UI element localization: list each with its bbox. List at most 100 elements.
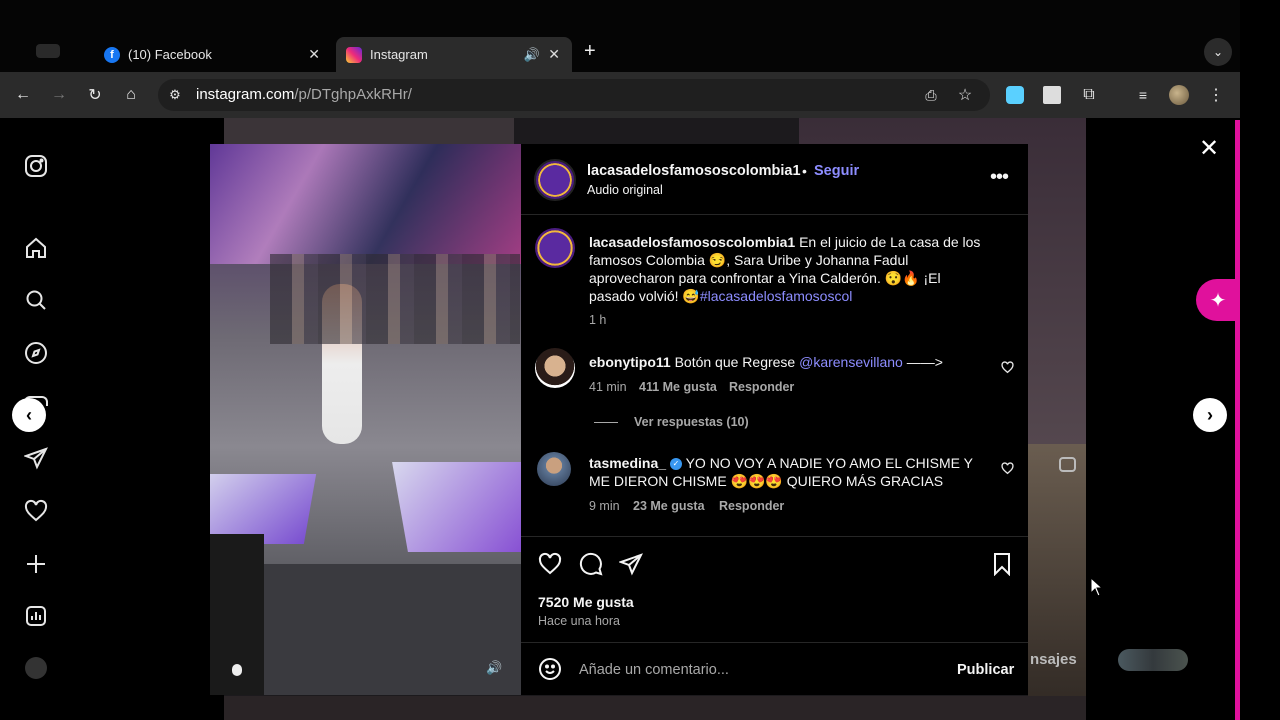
url-path: /p/DTghpAxkRHr/ [294,86,412,103]
author-avatar[interactable] [534,159,576,201]
video-stage-lights [210,144,521,264]
comment-like-heart-icon[interactable] [1001,462,1014,475]
follow-button[interactable]: Seguir [814,162,859,180]
site-info-icon[interactable]: ⚙ [164,84,186,106]
extension-1-icon[interactable] [1006,86,1024,104]
comment-time[interactable]: 9 min [589,497,620,515]
caption-line: famosos Colombia 😏, Sara Uribe y Johanna… [589,252,909,268]
comment-mention[interactable]: @karensevillano [799,354,903,370]
explore-nav-icon[interactable] [24,341,48,365]
comment-body: ME DIERON CHISME 😍😍😍 QUIERO MÁS GRACIAS [589,473,944,489]
new-tab-button[interactable]: + [584,40,596,63]
caption-line: pasado volvió! 😅 [589,288,700,304]
bookmark-star-icon[interactable]: ☆ [954,84,976,106]
video-audience [270,254,520,344]
header-divider [521,214,1028,215]
background-thumbnail [224,696,1086,720]
mouse-cursor-icon [1090,577,1104,597]
tab-list-button[interactable]: ⌄ [1204,38,1232,66]
background-thumbnail [1028,444,1086,720]
more-options-icon[interactable]: ••• [990,167,1009,187]
caption-line: aprovecharon para confrontar a Yina Cald… [589,270,941,286]
caption-line: En el juicio de La casa de los [795,234,981,250]
comment-reply-button[interactable]: Responder [729,378,794,396]
tab-audio-icon[interactable]: 🔊 [524,47,540,63]
profile-avatar[interactable] [1169,85,1189,105]
caption-avatar[interactable] [535,228,575,268]
view-replies-line [594,422,618,423]
tab-instagram-label: Instagram [370,47,428,62]
header-separator: • [802,163,807,179]
tab-instagram[interactable]: Instagram 🔊 ✕ [336,37,572,72]
emoji-smiley-icon[interactable] [538,657,562,681]
comment-body: Botón que Regrese [670,354,800,370]
publish-button[interactable]: Publicar [957,661,1014,679]
caption-time[interactable]: 1 h [589,311,606,329]
instagram-favicon-icon [346,46,362,63]
instagram-logo-icon[interactable] [24,154,48,178]
floating-extension-button[interactable]: ✦ [1196,279,1240,321]
profile-nav-avatar[interactable] [25,657,47,679]
forward-icon[interactable]: → [48,84,70,106]
caption-username[interactable]: lacasadelosfamososcolombia1 [589,234,795,250]
facebook-favicon-icon: f [104,46,120,63]
background-thumbnail [224,118,514,144]
comment-body: YO NO VOY A NADIE YO AMO EL CHISME Y [681,455,973,471]
comment-reply-button[interactable]: Responder [719,497,784,515]
install-app-icon[interactable]: ⎙ [920,84,942,106]
url-text[interactable]: instagram.com/p/DTghpAxkRHr/ [196,86,412,103]
view-replies-button[interactable]: Ver respuestas (10) [634,413,749,431]
media-controls-icon[interactable]: ≡ [1132,84,1154,106]
tab-facebook-close-icon[interactable]: ✕ [308,46,320,63]
verified-badge-icon: ✓ [669,458,682,471]
browser-menu-icon[interactable]: ⋮ [1205,84,1227,106]
previous-post-button[interactable]: ‹ [12,398,46,432]
comment-likes[interactable]: 23 Me gusta [633,497,705,515]
next-post-button[interactable]: › [1193,398,1227,432]
tab-instagram-close-icon[interactable]: ✕ [548,46,560,63]
audio-label[interactable]: Audio original [587,181,663,199]
background-messages-avatars[interactable] [1118,649,1188,671]
comment-input-divider [521,642,1028,643]
video-mute-icon[interactable]: 🔊 [486,660,502,676]
save-bookmark-icon[interactable] [990,552,1014,576]
comment-avatar[interactable] [537,452,571,486]
comment-text: ebonytipo11 Botón que Regrese @karensevi… [589,353,999,371]
comment-likes[interactable]: 411 Me gusta [639,378,717,396]
dashboard-nav-icon[interactable] [24,604,48,628]
share-send-icon[interactable] [619,552,643,576]
caption-hashtag[interactable]: #lacasadelosfamososcol [700,288,853,304]
url-host: instagram.com [196,86,295,103]
comment-bubble-icon[interactable] [579,552,603,576]
comment-username[interactable]: ebonytipo11 [589,354,671,370]
comment-input[interactable]: Añade un comentario... [579,661,939,679]
back-icon[interactable]: ← [12,84,34,106]
comment-time[interactable]: 41 min [589,378,627,396]
comment-text: tasmedina_ ✓ YO NO VOY A NADIE YO AMO EL… [589,454,999,490]
home-nav-icon[interactable] [24,236,48,260]
home-icon[interactable]: ⌂ [120,84,142,106]
author-username[interactable]: lacasadelosfamososcolombia1 [587,162,801,180]
close-modal-icon[interactable]: ✕ [1199,134,1219,163]
messages-nav-icon[interactable] [24,446,48,470]
tab-search-icon[interactable] [36,44,60,58]
reload-icon[interactable]: ↻ [84,84,106,106]
background-messages-label[interactable]: nsajes [1030,651,1077,668]
post-video[interactable]: 🔊 [210,144,521,695]
actions-divider [521,536,1028,537]
background-reel-icon [1059,457,1076,472]
comment-like-heart-icon[interactable] [1001,361,1014,374]
likes-count[interactable]: 7520 Me gusta [538,593,634,611]
video-user-icon[interactable] [232,664,242,676]
comment-body-end: ——> [902,354,943,370]
extension-2-icon[interactable] [1043,86,1061,104]
comment-username[interactable]: tasmedina_ [589,455,666,471]
like-heart-icon[interactable] [538,552,562,576]
comment-avatar[interactable] [535,348,575,388]
notifications-heart-icon[interactable] [24,499,48,523]
posted-time[interactable]: Hace una hora [538,612,620,630]
create-plus-icon[interactable] [24,552,48,576]
search-nav-icon[interactable] [24,288,48,312]
extensions-puzzle-icon[interactable]: ⧉ [1078,84,1100,106]
tab-facebook[interactable]: f (10) Facebook ✕ [96,37,332,72]
